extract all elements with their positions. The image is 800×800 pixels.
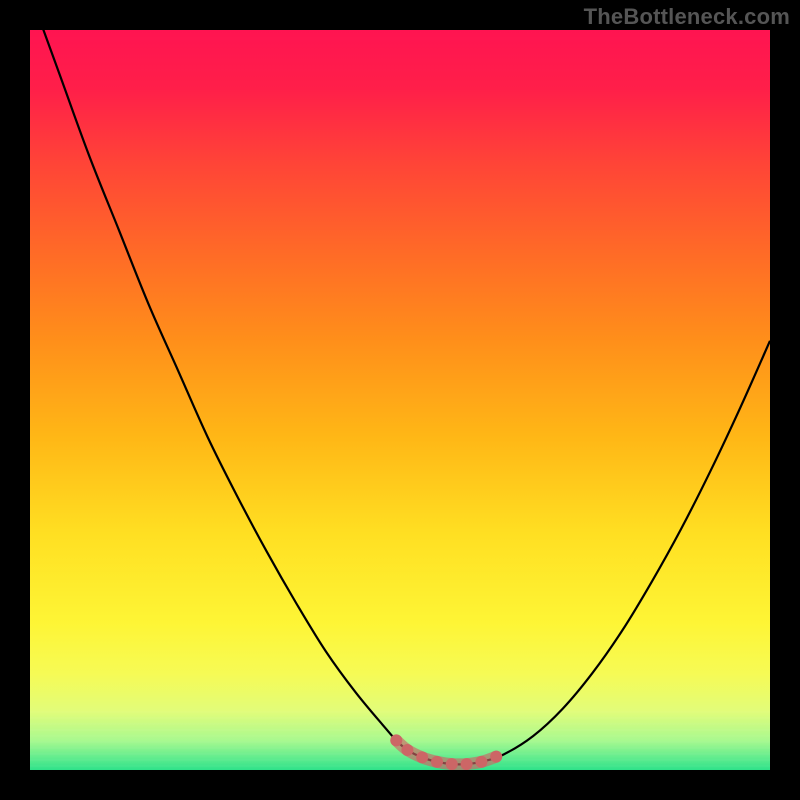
plot-area bbox=[30, 30, 770, 770]
gradient-background bbox=[30, 30, 770, 770]
chart-frame: TheBottleneck.com bbox=[0, 0, 800, 800]
highlight-dot bbox=[431, 756, 443, 768]
highlight-dot bbox=[416, 751, 428, 763]
highlight-dot bbox=[401, 744, 413, 756]
watermark-text: TheBottleneck.com bbox=[584, 4, 790, 30]
bottleneck-chart bbox=[30, 30, 770, 770]
highlight-dot bbox=[390, 734, 402, 746]
highlight-dot bbox=[446, 758, 458, 770]
highlight-dot bbox=[490, 751, 502, 763]
highlight-dot bbox=[461, 758, 473, 770]
highlight-dot bbox=[475, 756, 487, 768]
